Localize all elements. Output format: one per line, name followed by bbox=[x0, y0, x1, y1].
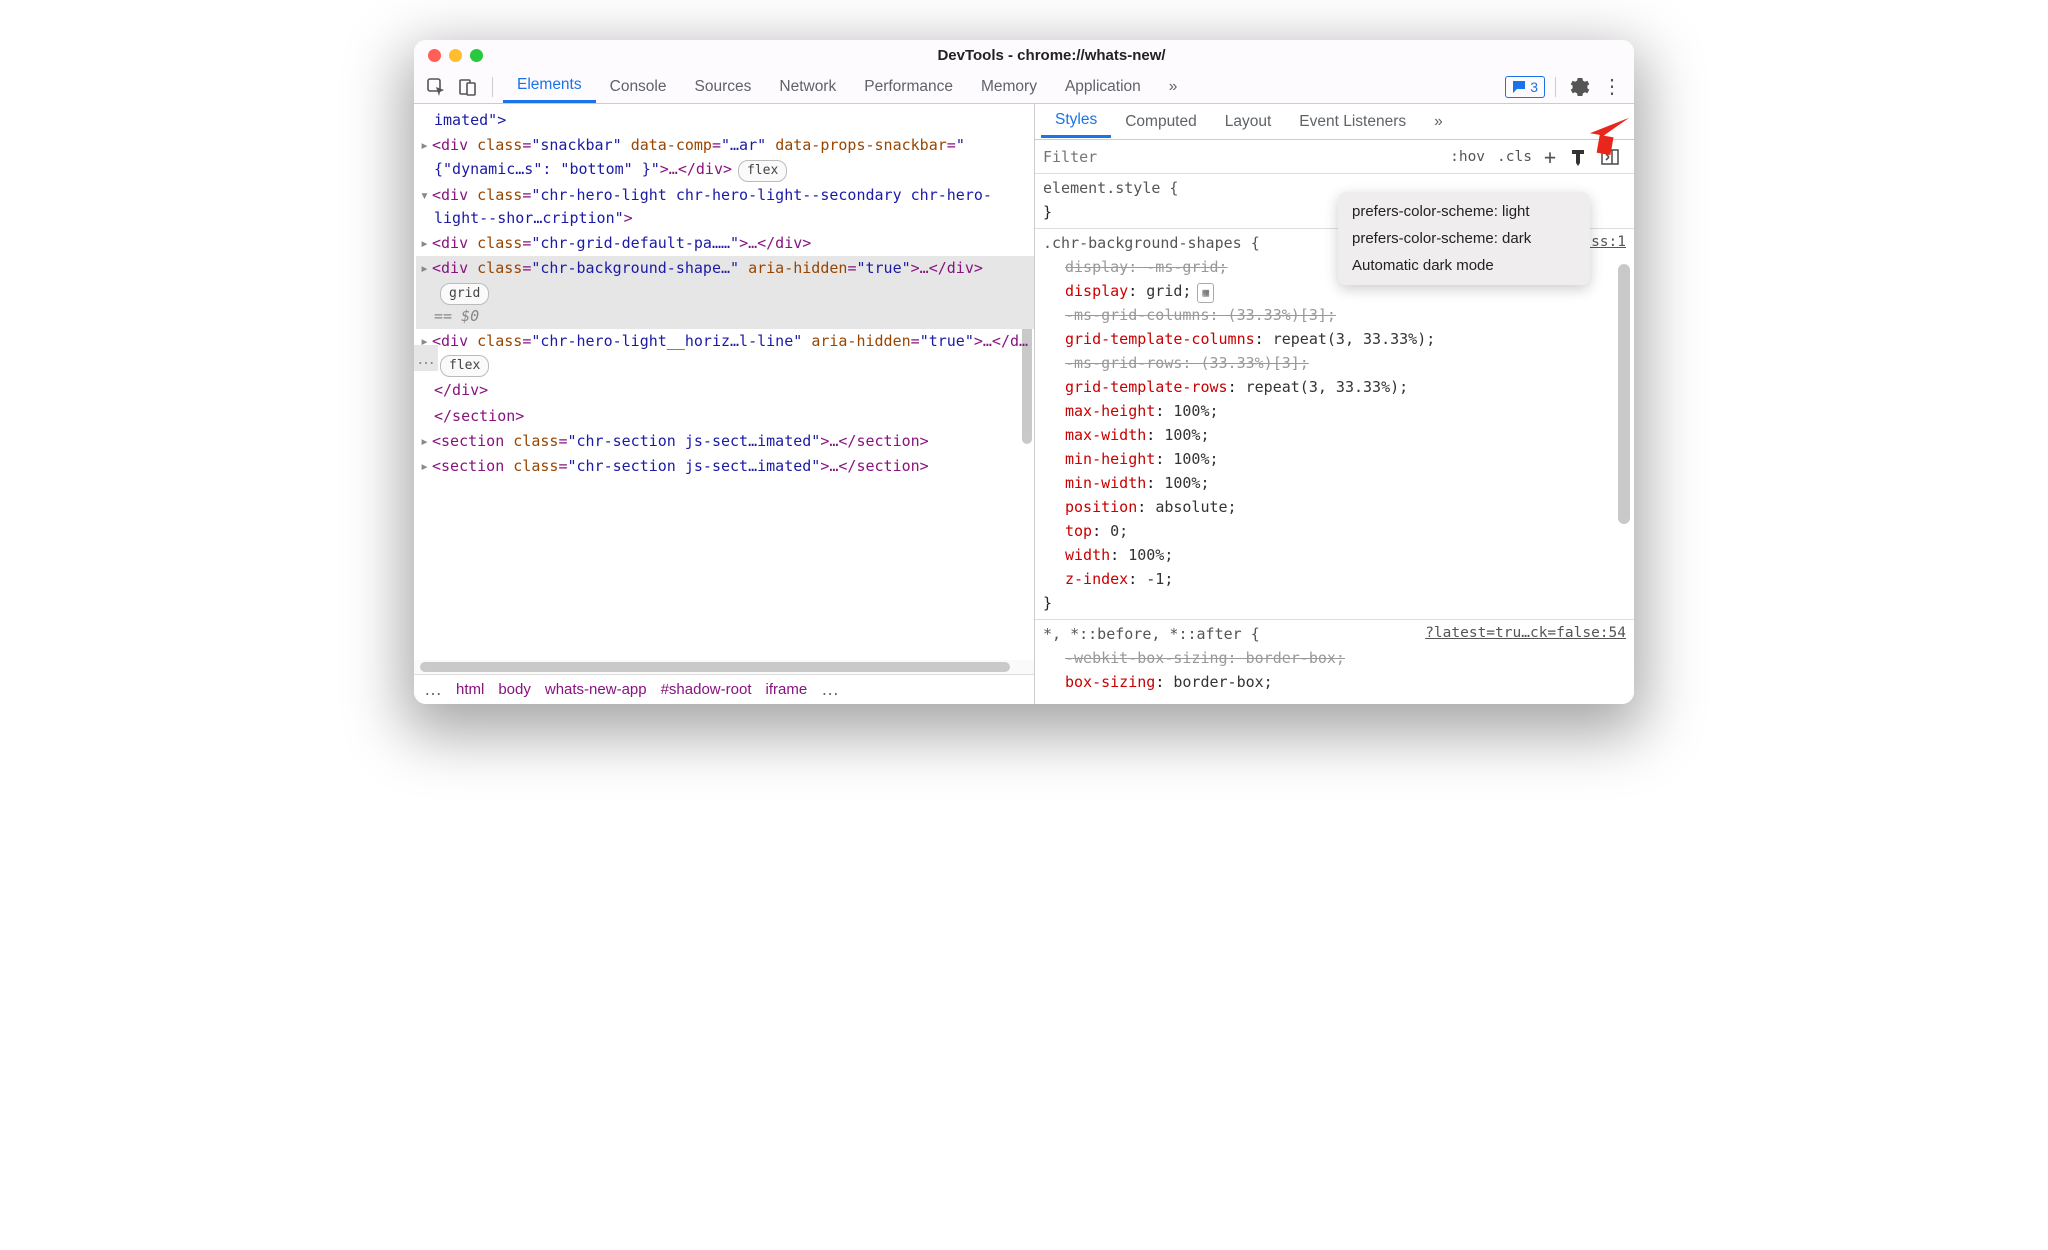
tab-computed[interactable]: Computed bbox=[1111, 107, 1211, 137]
tab-sources[interactable]: Sources bbox=[681, 72, 766, 102]
new-style-rule-button[interactable]: + bbox=[1538, 145, 1562, 169]
breadcrumb-item[interactable]: #shadow-root bbox=[661, 681, 752, 698]
dom-node[interactable]: ▸<div class="chr-grid-default-pa……">…</d… bbox=[416, 231, 1034, 256]
cls-toggle[interactable]: .cls bbox=[1491, 149, 1538, 165]
annotation-arrow-icon bbox=[1580, 108, 1632, 165]
dom-node-selected[interactable]: ▸<div class="chr-background-shape…" aria… bbox=[416, 256, 1034, 329]
styles-tabs: Styles Computed Layout Event Listeners » bbox=[1035, 104, 1634, 140]
breadcrumb-more-left[interactable]: … bbox=[424, 679, 442, 700]
dom-node[interactable]: ▾<div class="chr-hero-light chr-hero-lig… bbox=[416, 183, 1034, 232]
content-split: … imated"> ▸<div class="snackbar" data-c… bbox=[414, 104, 1634, 704]
separator bbox=[492, 77, 493, 97]
breadcrumb-item[interactable]: html bbox=[456, 681, 484, 698]
tab-styles[interactable]: Styles bbox=[1041, 105, 1111, 138]
popover-item[interactable]: prefers-color-scheme: light bbox=[1338, 198, 1590, 225]
breadcrumb-item[interactable]: whats-new-app bbox=[545, 681, 647, 698]
grid-editor-icon[interactable]: ▦ bbox=[1197, 283, 1214, 303]
dom-tree[interactable]: imated"> ▸<div class="snackbar" data-com… bbox=[414, 104, 1034, 660]
tab-elements[interactable]: Elements bbox=[503, 70, 596, 103]
tab-application[interactable]: Application bbox=[1051, 72, 1155, 102]
dom-node[interactable]: ▸<div class="chr-hero-light__horiz…l-lin… bbox=[416, 329, 1034, 378]
h-scroll-track bbox=[414, 660, 1034, 674]
tab-performance[interactable]: Performance bbox=[850, 72, 967, 102]
h-scrollbar[interactable] bbox=[420, 662, 1010, 672]
separator bbox=[1555, 77, 1556, 97]
styles-panel: Styles Computed Layout Event Listeners »… bbox=[1035, 104, 1634, 704]
source-link[interactable]: ?latest=tru…ck=false:54 bbox=[1425, 622, 1626, 645]
main-tabs: Elements Console Sources Network Perform… bbox=[503, 70, 1191, 103]
traffic-lights bbox=[428, 49, 483, 62]
styles-tabs-more-icon[interactable]: » bbox=[1420, 107, 1457, 137]
dom-text: imated"> bbox=[434, 111, 506, 129]
tab-network[interactable]: Network bbox=[765, 72, 850, 102]
device-toolbar-icon[interactable] bbox=[454, 73, 482, 101]
styles-filter-row: :hov .cls + bbox=[1035, 140, 1634, 174]
breadcrumb-item[interactable]: iframe bbox=[765, 681, 807, 698]
styles-filter-input[interactable] bbox=[1043, 148, 1444, 166]
settings-gear-icon[interactable] bbox=[1566, 73, 1594, 101]
dom-node[interactable]: ▸<div class="snackbar" data-comp="…ar" d… bbox=[416, 133, 1034, 182]
layout-badge-flex[interactable]: flex bbox=[738, 160, 787, 182]
emulation-popover: prefers-color-scheme: light prefers-colo… bbox=[1338, 192, 1590, 285]
dom-node[interactable]: ▸<section class="chr-section js-sect…ima… bbox=[416, 429, 1034, 454]
popover-item[interactable]: prefers-color-scheme: dark bbox=[1338, 225, 1590, 252]
layout-badge-grid[interactable]: grid bbox=[440, 283, 489, 305]
breadcrumb: … html body whats-new-app #shadow-root i… bbox=[414, 674, 1034, 704]
rule-chr-background-shapes[interactable]: .chr-background-shapes {….css:1 display:… bbox=[1035, 229, 1634, 620]
message-icon bbox=[1512, 80, 1526, 94]
tabs-more-icon[interactable]: » bbox=[1155, 72, 1192, 102]
devtools-window: DevTools - chrome://whats-new/ Elements … bbox=[414, 40, 1634, 704]
elements-panel: … imated"> ▸<div class="snackbar" data-c… bbox=[414, 104, 1035, 704]
tab-memory[interactable]: Memory bbox=[967, 72, 1051, 102]
popover-item[interactable]: Automatic dark mode bbox=[1338, 252, 1590, 279]
window-title: DevTools - chrome://whats-new/ bbox=[483, 47, 1620, 64]
minimize-window-button[interactable] bbox=[449, 49, 462, 62]
close-window-button[interactable] bbox=[428, 49, 441, 62]
tab-console[interactable]: Console bbox=[596, 72, 681, 102]
main-toolbar: Elements Console Sources Network Perform… bbox=[414, 70, 1634, 104]
titlebar: DevTools - chrome://whats-new/ bbox=[414, 40, 1634, 70]
more-menu-icon[interactable]: ⋮ bbox=[1598, 73, 1626, 101]
rule-universal[interactable]: *, *::before, *::after {?latest=tru…ck=f… bbox=[1035, 620, 1634, 698]
inspect-element-icon[interactable] bbox=[422, 73, 450, 101]
styles-scrollbar[interactable] bbox=[1618, 264, 1630, 524]
zoom-window-button[interactable] bbox=[470, 49, 483, 62]
breadcrumb-more-right[interactable]: … bbox=[821, 679, 839, 700]
breadcrumb-item[interactable]: body bbox=[498, 681, 531, 698]
dollar-zero: == $0 bbox=[434, 307, 479, 325]
hov-toggle[interactable]: :hov bbox=[1444, 149, 1491, 165]
issues-badge[interactable]: 3 bbox=[1505, 76, 1545, 98]
tab-layout[interactable]: Layout bbox=[1211, 107, 1286, 137]
tab-event-listeners[interactable]: Event Listeners bbox=[1285, 107, 1420, 137]
dom-node[interactable]: ▸<section class="chr-section js-sect…ima… bbox=[416, 454, 1034, 479]
issues-count: 3 bbox=[1530, 79, 1538, 95]
layout-badge-flex[interactable]: flex bbox=[440, 355, 489, 377]
